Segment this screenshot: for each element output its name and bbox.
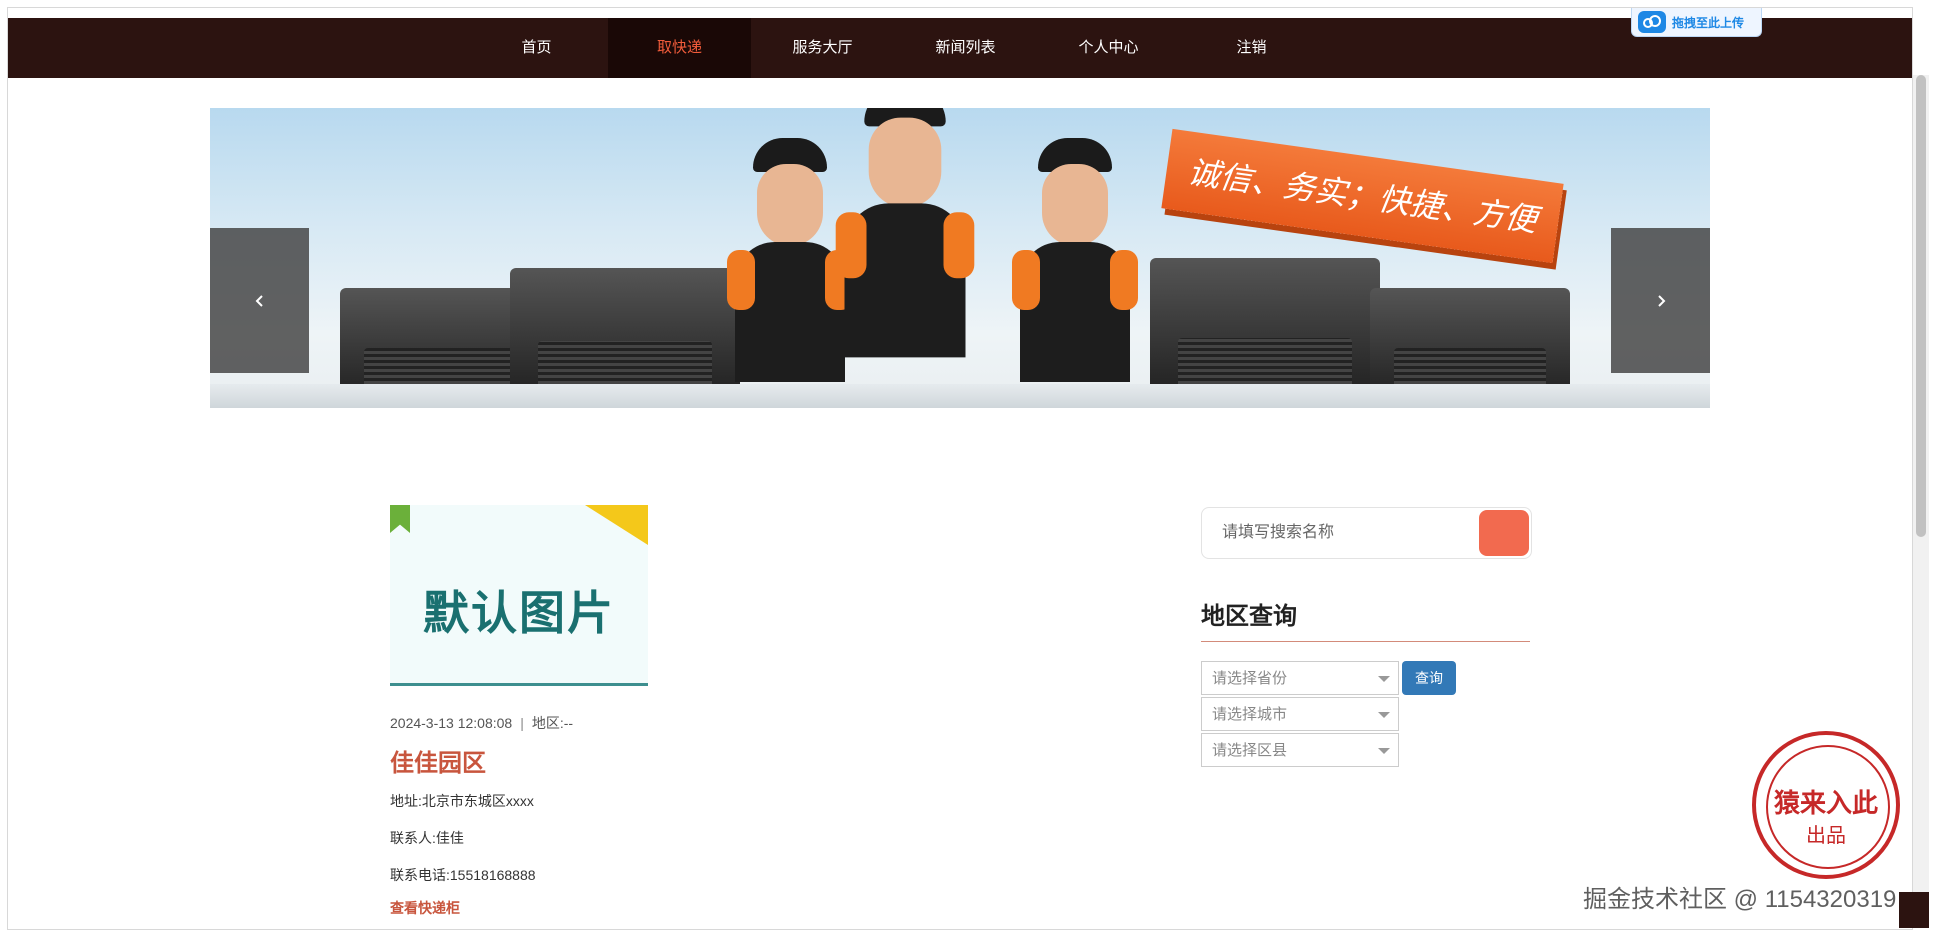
hero-banner: 诚信、务实；快捷、方便 bbox=[210, 108, 1710, 408]
item-meta: 2024-3-13 12:08:08 | 地区:-- bbox=[390, 715, 574, 731]
nav-item-pickup[interactable]: 取快递 bbox=[608, 18, 751, 78]
search-input[interactable] bbox=[1204, 510, 1484, 556]
community-watermark: 掘金技术社区 @ 1154320319 bbox=[1583, 886, 1897, 913]
search-box bbox=[1201, 507, 1532, 559]
courier-illustration bbox=[727, 138, 853, 408]
chevron-down-icon bbox=[1378, 676, 1390, 682]
district-select[interactable]: 请选择区县 bbox=[1201, 733, 1399, 767]
nav-item-news-list[interactable]: 新闻列表 bbox=[894, 18, 1037, 78]
chevron-down-icon bbox=[1378, 748, 1390, 754]
drag-upload-chip[interactable]: 拖拽至此上传 bbox=[1631, 8, 1762, 37]
courier-illustration bbox=[1012, 138, 1138, 408]
city-select[interactable]: 请选择城市 bbox=[1201, 697, 1399, 731]
province-select[interactable]: 请选择省份 bbox=[1201, 661, 1399, 695]
upload-label: 拖拽至此上传 bbox=[1672, 15, 1745, 30]
publisher-stamp: 猿来入此 出品 bbox=[1752, 731, 1900, 879]
search-button[interactable] bbox=[1479, 510, 1529, 556]
chevron-right-icon bbox=[1657, 294, 1665, 307]
nav-item-service-hall[interactable]: 服务大厅 bbox=[751, 18, 894, 78]
stamp-line-1: 猿来入此 bbox=[1773, 789, 1878, 819]
item-contact: 联系人:佳佳 bbox=[390, 830, 464, 846]
item-address: 地址:北京市东城区xxxx bbox=[390, 793, 534, 809]
page-scrollbar[interactable] bbox=[1913, 75, 1929, 928]
item-thumbnail[interactable]: 默认图片 bbox=[390, 505, 648, 686]
thumbnail-placeholder-text: 默认图片 bbox=[423, 587, 615, 639]
carousel-prev-button[interactable] bbox=[210, 228, 309, 373]
chevron-left-icon bbox=[255, 294, 263, 307]
view-locker-link[interactable]: 查看快递柜 bbox=[390, 898, 460, 918]
top-navigation: 首页 取快递 服务大厅 新闻列表 个人中心 注销 bbox=[8, 18, 1912, 78]
item-title[interactable]: 佳佳园区 bbox=[390, 743, 486, 778]
back-to-top-button[interactable] bbox=[1899, 892, 1929, 928]
item-date: 2024-3-13 12:08:08 bbox=[390, 715, 513, 731]
stamp-line-2: 出品 bbox=[1806, 823, 1846, 847]
nav-item-home[interactable]: 首页 bbox=[465, 18, 608, 78]
banner-slogan: 诚信、务实；快捷、方便 bbox=[1161, 128, 1564, 264]
chevron-down-icon bbox=[1378, 712, 1390, 718]
courier-illustration bbox=[835, 108, 975, 408]
browser-viewport: 首页 取快递 服务大厅 新闻列表 个人中心 注销 拖拽至此上传 诚信、务实；快捷… bbox=[7, 7, 1913, 930]
city-select-value: 请选择城市 bbox=[1212, 706, 1288, 723]
carousel-next-button[interactable] bbox=[1611, 228, 1710, 373]
nav-item-logout[interactable]: 注销 bbox=[1180, 18, 1323, 78]
item-phone: 联系电话:15518168888 bbox=[390, 867, 536, 883]
nav-item-profile[interactable]: 个人中心 bbox=[1037, 18, 1180, 78]
item-region: 地区:-- bbox=[531, 715, 574, 731]
district-select-value: 请选择区县 bbox=[1212, 742, 1288, 759]
cloud-upload-icon bbox=[1638, 11, 1666, 33]
scrollbar-thumb[interactable] bbox=[1916, 75, 1926, 537]
province-select-value: 请选择省份 bbox=[1212, 670, 1288, 687]
region-query-title: 地区查询 bbox=[1201, 596, 1530, 642]
query-button[interactable]: 查询 bbox=[1402, 661, 1456, 695]
